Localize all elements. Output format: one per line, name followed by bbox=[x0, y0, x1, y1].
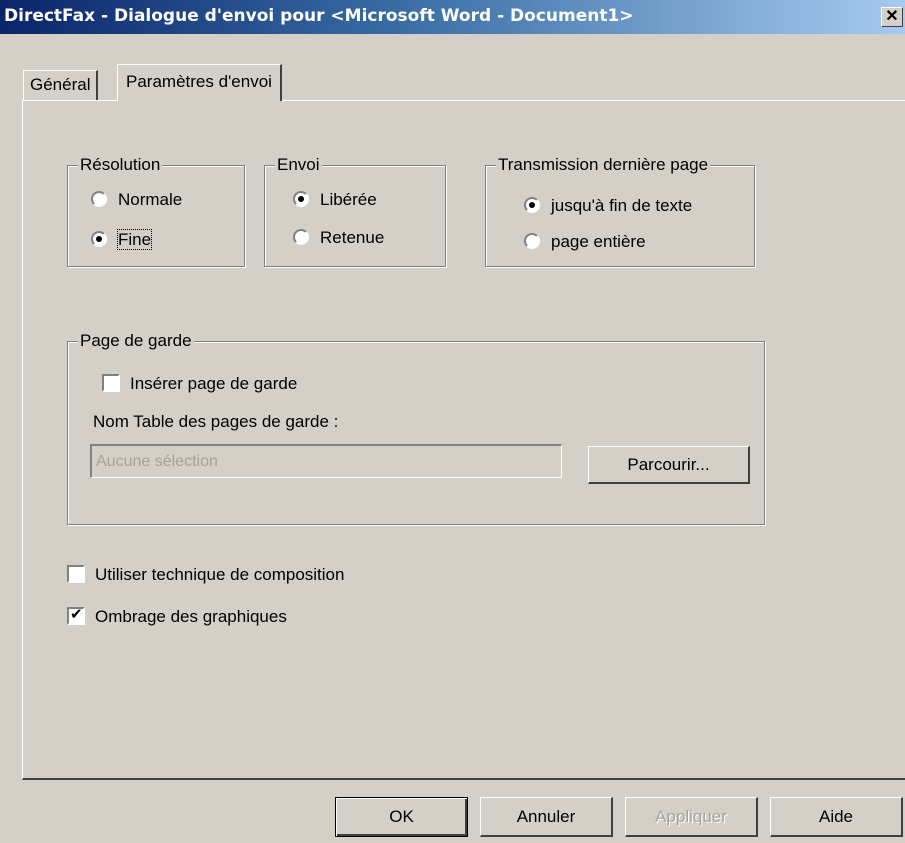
radio-fine-indicator[interactable] bbox=[91, 231, 107, 247]
radio-page-entiere[interactable]: page entière bbox=[524, 232, 646, 252]
browse-button[interactable]: Parcourir... bbox=[588, 446, 750, 484]
resolution-group: Résolution Normale Fine bbox=[67, 155, 245, 267]
ombrage-checkbox[interactable]: Ombrage des graphiques bbox=[67, 606, 287, 627]
close-button[interactable]: ✕ bbox=[881, 7, 903, 27]
cancel-button[interactable]: Annuler bbox=[480, 797, 613, 837]
radio-fin-de-texte-indicator[interactable] bbox=[524, 197, 540, 213]
apply-button[interactable]: Appliquer bbox=[625, 797, 758, 837]
resolution-legend: Résolution bbox=[78, 155, 163, 175]
insert-cover-page-checkbox[interactable]: Insérer page de garde bbox=[102, 374, 297, 394]
help-button[interactable]: Aide bbox=[770, 797, 903, 837]
radio-fine[interactable]: Fine bbox=[91, 229, 153, 250]
composition-label: Utiliser technique de composition bbox=[95, 565, 345, 584]
composition-checkbox[interactable]: Utiliser technique de composition bbox=[67, 565, 344, 585]
radio-liberee[interactable]: Libérée bbox=[293, 190, 377, 210]
radio-page-entiere-label: page entière bbox=[551, 232, 646, 251]
envoi-group: Envoi Libérée Retenue bbox=[264, 155, 446, 267]
radio-liberee-indicator[interactable] bbox=[293, 191, 309, 207]
radio-fin-de-texte[interactable]: jusqu'à fin de texte bbox=[524, 196, 692, 216]
radio-page-entiere-indicator[interactable] bbox=[524, 233, 540, 249]
insert-cover-page-label: Insérer page de garde bbox=[130, 374, 298, 393]
composition-box[interactable] bbox=[67, 565, 85, 583]
radio-liberee-label: Libérée bbox=[320, 190, 377, 209]
envoi-legend: Envoi bbox=[275, 155, 322, 175]
radio-normale-label: Normale bbox=[118, 190, 183, 209]
close-icon: ✕ bbox=[885, 8, 899, 25]
cover-table-label: Nom Table des pages de garde : bbox=[93, 412, 339, 431]
cover-table-field[interactable] bbox=[90, 444, 562, 478]
window-title: DirectFax - Dialogue d'envoi pour <Micro… bbox=[4, 6, 634, 26]
insert-cover-page-box[interactable] bbox=[102, 374, 120, 392]
tab-general-label: Général bbox=[30, 75, 91, 94]
page-de-garde-group: Page de garde Insérer page de garde Nom … bbox=[67, 331, 765, 525]
radio-fine-label: Fine bbox=[116, 229, 153, 250]
transmission-group: Transmission dernière page jusqu'à fin d… bbox=[485, 155, 755, 267]
radio-retenue-indicator[interactable] bbox=[293, 229, 309, 245]
page-de-garde-legend: Page de garde bbox=[78, 331, 194, 351]
ok-button[interactable]: OK bbox=[335, 797, 468, 837]
tab-parametres-envoi-label: Paramètres d'envoi bbox=[126, 72, 272, 91]
tab-parametres-envoi[interactable]: Paramètres d'envoi bbox=[117, 64, 282, 101]
ombrage-box[interactable] bbox=[67, 606, 85, 625]
title-bar[interactable]: DirectFax - Dialogue d'envoi pour <Micro… bbox=[0, 0, 905, 34]
transmission-legend: Transmission dernière page bbox=[496, 155, 711, 175]
ombrage-label: Ombrage des graphiques bbox=[95, 607, 287, 626]
radio-fin-de-texte-label: jusqu'à fin de texte bbox=[551, 196, 693, 215]
radio-normale-indicator[interactable] bbox=[91, 191, 107, 207]
radio-retenue-label: Retenue bbox=[320, 228, 385, 247]
radio-normale[interactable]: Normale bbox=[91, 190, 182, 210]
radio-retenue[interactable]: Retenue bbox=[293, 228, 384, 248]
tab-general[interactable]: Général bbox=[23, 70, 99, 100]
